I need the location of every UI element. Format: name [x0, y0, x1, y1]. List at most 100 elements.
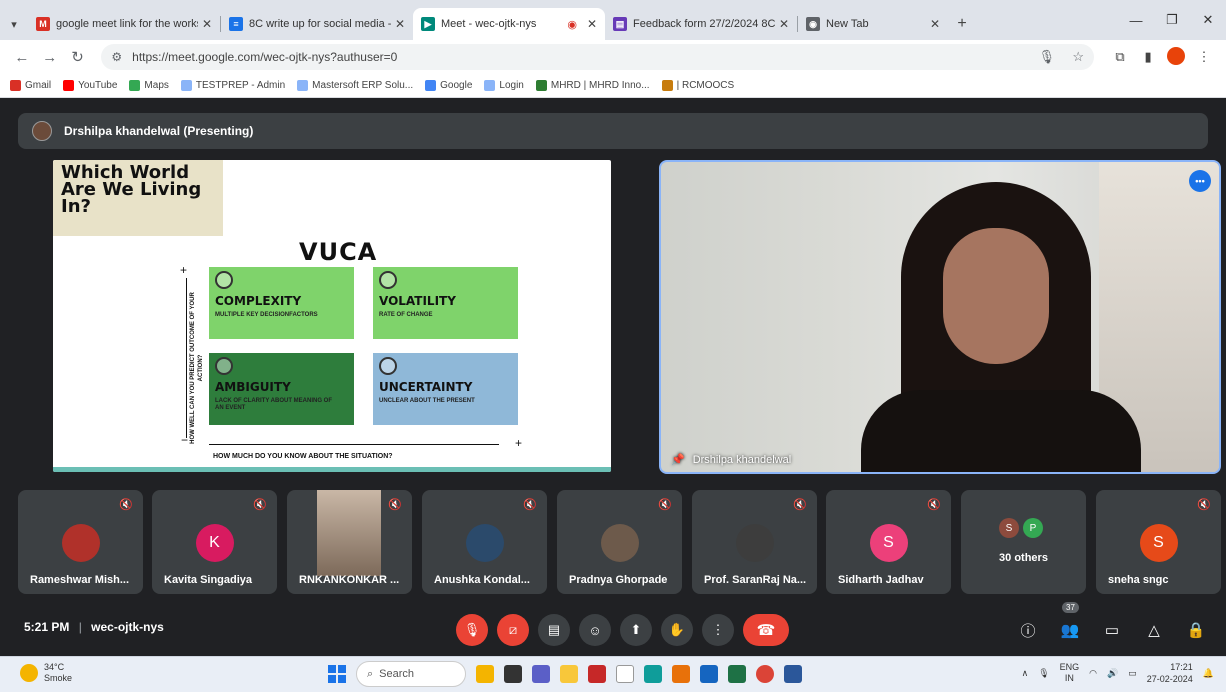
participant-tile[interactable]: 🔇 S Sidharth Jadhav [826, 490, 951, 594]
raise-hand-button[interactable]: ✋ [661, 614, 693, 646]
file-explorer-icon[interactable] [560, 665, 578, 683]
reload-icon[interactable]: ↻ [64, 48, 92, 66]
bookmark-maps[interactable]: Maps [129, 80, 169, 91]
site-info-icon[interactable]: ⚙ [111, 50, 122, 64]
participant-tile[interactable]: 🔇 Pradnya Ghorpade [557, 490, 682, 594]
start-icon[interactable] [328, 665, 346, 683]
url-text[interactable]: https://meet.google.com/wec-ojtk-nys?aut… [132, 50, 1024, 64]
participant-tile[interactable]: 🔇 Anushka Kondal... [422, 490, 547, 594]
chevron-up-icon[interactable]: ∧ [1022, 668, 1029, 679]
camera-toggle-button[interactable]: ⧄ [497, 614, 529, 646]
temperature: 34°C [44, 662, 65, 672]
tab-meet[interactable]: ▶ Meet - wec-ojtk-nys ◉ ✕ [413, 8, 605, 40]
wifi-icon[interactable]: ◠ [1089, 668, 1097, 679]
chat-app-icon[interactable] [532, 665, 550, 683]
chat-button[interactable]: ▭ [1094, 614, 1130, 646]
gmail-icon: M [36, 17, 50, 31]
mic-off-icon: 🎙 [463, 622, 481, 637]
y-axis-arrow [186, 278, 187, 438]
meeting-time: 5:21 PM [24, 620, 70, 634]
avatar [735, 524, 774, 562]
meeting-details-button[interactable]: ⓘ [1010, 614, 1046, 646]
microphone-icon[interactable]: 🎙 [1039, 49, 1056, 64]
extensions-icon[interactable]: ⧉ [1106, 49, 1134, 65]
bookmark-mastersoft[interactable]: Mastersoft ERP Solu... [297, 80, 413, 91]
forward-icon[interactable]: → [36, 49, 64, 66]
close-icon[interactable]: ✕ [202, 17, 212, 31]
widgets-icon[interactable] [476, 665, 494, 683]
app-icon[interactable] [588, 665, 606, 683]
amazon-icon[interactable] [616, 665, 634, 683]
notification-icon[interactable]: 🔔 [1203, 668, 1214, 679]
participant-tile[interactable]: 🔇 S sneha sngc [1096, 490, 1221, 594]
mic-off-icon: 🔇 [119, 499, 133, 511]
tab-docs[interactable]: ≡ 8C write up for social media - G ✕ [221, 8, 413, 40]
clock[interactable]: 17:21 27-02-2024 [1147, 661, 1193, 685]
emoji-button[interactable]: ☺ [579, 614, 611, 646]
speaker-video[interactable]: ••• 📌 Drshilpa khandelwal [659, 160, 1221, 474]
bookmark-rcmoocs[interactable]: | RCMOOCS [661, 80, 734, 91]
mic-toggle-button[interactable]: 🎙 [456, 614, 488, 646]
present-button[interactable]: ⬆ [620, 614, 652, 646]
menu-icon[interactable]: ⋮ [1190, 49, 1218, 65]
participant-tile[interactable]: 🔇 RNKANKONKAR ... [287, 490, 412, 594]
pin-icon[interactable]: 📌 [671, 453, 685, 466]
captions-button[interactable]: ▤ [538, 614, 570, 646]
close-icon[interactable]: ✕ [779, 17, 789, 31]
tab-new-tab[interactable]: ◉ New Tab ✕ [798, 8, 948, 40]
leave-call-button[interactable]: ☎ [743, 614, 789, 646]
participant-tile[interactable]: 🔇 Prof. SaranRaj Na... [692, 490, 817, 594]
task-view-icon[interactable] [504, 665, 522, 683]
participant-tile[interactable]: 🔇 K Kavita Singadiya [152, 490, 277, 594]
bookmark-login[interactable]: Login [484, 80, 524, 91]
bookmark-testprep[interactable]: TESTPREP - Admin [180, 80, 285, 91]
info-separator: | [78, 620, 82, 634]
bookmark-gmail[interactable]: Gmail [10, 80, 51, 91]
tab-forms[interactable]: ▤ Feedback form 27/2/2024 8C ✕ [605, 8, 797, 40]
close-icon[interactable]: ✕ [930, 17, 940, 31]
avatar [600, 524, 639, 562]
quadrant-complexity: COMPLEXITY MULTIPLE KEY DECISIONFACTORS [209, 267, 354, 339]
bookmark-mhrd[interactable]: MHRD | MHRD Inno... [535, 80, 650, 91]
tab-strip: ▾ M google meet link for the works ✕ ≡ 8… [0, 0, 1226, 40]
minimize-icon[interactable]: — [1118, 13, 1154, 28]
language-indicator[interactable]: ENG IN [1060, 662, 1080, 684]
new-tab-button[interactable]: + [948, 8, 976, 40]
x-plus-sign: + [515, 436, 523, 450]
profile-avatar[interactable] [1162, 46, 1190, 68]
close-icon[interactable]: ✕ [395, 17, 405, 31]
activities-button[interactable]: △ [1136, 614, 1172, 646]
forms-icon: ▤ [613, 17, 627, 31]
volume-icon[interactable]: 🔊 [1107, 668, 1118, 679]
host-controls-button[interactable]: 🔒 [1178, 614, 1214, 646]
people-button[interactable]: 37 👥 [1052, 602, 1088, 646]
side-panel-icon[interactable]: ▮ [1134, 49, 1162, 65]
weather-widget[interactable]: 34°C Smoke [20, 662, 72, 684]
taskbar-search[interactable]: ⌕ Search [356, 661, 466, 687]
mail-icon[interactable] [700, 665, 718, 683]
app-icon[interactable] [672, 665, 690, 683]
excel-icon[interactable] [728, 665, 746, 683]
close-window-icon[interactable]: ✕ [1190, 12, 1226, 28]
battery-icon[interactable]: ▭ [1128, 668, 1137, 679]
word-icon[interactable] [784, 665, 802, 683]
meet-icon: ▶ [421, 17, 435, 31]
restore-icon[interactable]: ❐ [1154, 12, 1190, 28]
tab-search-icon[interactable]: ▾ [0, 8, 28, 40]
participant-tile[interactable]: 🔇 Rameshwar Mish... [18, 490, 143, 594]
tab-gmail[interactable]: M google meet link for the works ✕ [28, 8, 220, 40]
avatar: S [999, 518, 1019, 538]
bookmark-icon [484, 80, 496, 91]
chrome-icon[interactable] [756, 665, 774, 683]
address-bar[interactable]: ⚙ https://meet.google.com/wec-ojtk-nys?a… [101, 44, 1095, 70]
more-options-button[interactable]: ⋮ [702, 614, 734, 646]
microphone-icon[interactable]: 🎙 [1038, 668, 1049, 679]
bookmark-star-icon[interactable]: ☆ [1072, 49, 1084, 64]
close-icon[interactable]: ✕ [587, 17, 597, 31]
edge-icon[interactable] [644, 665, 662, 683]
bookmark-google[interactable]: Google [425, 80, 472, 91]
others-tile[interactable]: S P 30 others [961, 490, 1086, 594]
end-call-icon: ☎ [756, 622, 776, 639]
back-icon[interactable]: ← [8, 49, 36, 66]
bookmark-youtube[interactable]: YouTube [63, 80, 117, 91]
